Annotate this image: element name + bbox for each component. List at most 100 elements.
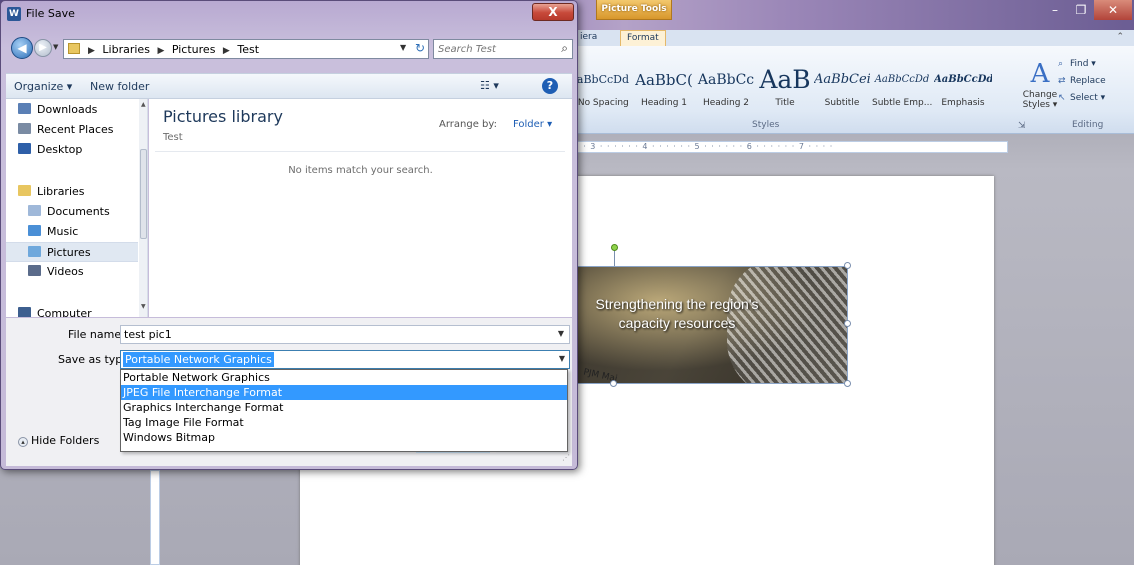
- recent-locations-dropdown-icon[interactable]: ▼: [53, 43, 58, 51]
- vertical-ruler[interactable]: [150, 470, 160, 565]
- style-name: Heading 2: [702, 98, 750, 108]
- resize-handle[interactable]: [844, 380, 851, 387]
- style-gallery-item[interactable]: AaBbCcDd Emphasis: [934, 62, 992, 118]
- arrange-by-dropdown[interactable]: Folder ▾: [513, 119, 552, 130]
- restore-icon[interactable]: ❐: [1068, 0, 1094, 20]
- replace-label: Replace: [1070, 76, 1106, 86]
- type-option-bmp[interactable]: Windows Bitmap: [121, 430, 567, 445]
- videos-icon: [28, 265, 41, 276]
- nav-item-libraries[interactable]: Libraries: [6, 182, 138, 202]
- style-gallery-item[interactable]: AaBbCc Heading 2: [696, 62, 756, 118]
- dialog-close-button[interactable]: X: [532, 3, 574, 21]
- style-name: Subtle Emp...: [872, 98, 932, 108]
- inserted-picture[interactable]: Strengthening the region's capacity reso…: [576, 266, 848, 384]
- forward-arrow-icon[interactable]: ▶: [34, 39, 52, 57]
- style-sample: AaB: [759, 65, 811, 94]
- navigation-pane: Downloads Recent Places Desktop Librarie…: [6, 99, 148, 317]
- scroll-up-icon[interactable]: ▲: [141, 101, 146, 108]
- empty-results-message: No items match your search.: [288, 165, 433, 176]
- save-as-type-value: Portable Network Graphics: [123, 352, 274, 367]
- style-gallery-item[interactable]: AaB Title: [758, 62, 812, 118]
- style-gallery-item[interactable]: AaBbCcDd Subtle Emp...: [872, 62, 932, 118]
- type-option-jpeg[interactable]: JPEG File Interchange Format: [121, 385, 567, 400]
- nav-scrollbar[interactable]: ▲ ▼: [139, 99, 147, 317]
- breadcrumb-separator-icon[interactable]: ▶: [223, 46, 230, 56]
- tab-format[interactable]: Format: [620, 30, 666, 46]
- hide-folders-button[interactable]: ▴ Hide Folders: [18, 434, 99, 447]
- back-arrow-icon[interactable]: ◀: [11, 37, 33, 59]
- pictures-icon: [28, 246, 41, 257]
- nav-item-label: Documents: [47, 205, 110, 218]
- style-gallery-item[interactable]: AaBbC(Heading 1: [634, 62, 694, 118]
- resize-handle[interactable]: [844, 320, 851, 327]
- close-icon[interactable]: ✕: [1094, 0, 1132, 20]
- search-box[interactable]: ⌕: [433, 39, 573, 59]
- type-option-tiff[interactable]: Tag Image File Format: [121, 415, 567, 430]
- breadcrumb-pictures[interactable]: Pictures: [172, 43, 216, 56]
- picture-caption: Strengthening the region's capacity reso…: [595, 296, 759, 331]
- help-icon[interactable]: ?: [542, 78, 558, 94]
- chevron-up-icon: ▴: [18, 437, 28, 447]
- change-view-icon[interactable]: ☷ ▾: [480, 79, 499, 92]
- rotate-handle[interactable]: [611, 244, 618, 251]
- horizontal-ruler[interactable]: · · · 3 · · · · · · 4 · · · · · · 5 · · …: [568, 141, 1008, 153]
- tab-review-partial[interactable]: iera: [580, 32, 597, 42]
- minimize-icon[interactable]: –: [1042, 0, 1068, 20]
- select-button[interactable]: ↖ Select ▾: [1058, 90, 1128, 107]
- refresh-icon[interactable]: ↻: [415, 41, 425, 55]
- editing-group: ⌕ Find ▾ ⇄ Replace ↖ Select ▾: [1058, 56, 1128, 130]
- save-as-type-dropdown-icon[interactable]: ▼: [559, 354, 565, 363]
- nav-item-desktop[interactable]: Desktop: [6, 140, 138, 160]
- music-icon: [28, 225, 41, 236]
- resize-grip-icon[interactable]: ⋰: [562, 453, 570, 462]
- downloads-icon: [18, 103, 31, 114]
- breadcrumb-separator-icon[interactable]: ▶: [157, 46, 164, 56]
- file-name-input[interactable]: [124, 327, 544, 342]
- organize-button[interactable]: Organize ▾: [14, 80, 72, 93]
- breadcrumb-separator-icon[interactable]: ▶: [88, 46, 95, 56]
- file-name-dropdown-icon[interactable]: ▼: [558, 329, 564, 338]
- replace-icon: ⇄: [1058, 76, 1066, 86]
- type-option-gif[interactable]: Graphics Interchange Format: [121, 400, 567, 415]
- computer-icon: [18, 307, 31, 317]
- nav-item-downloads[interactable]: Downloads: [6, 100, 138, 120]
- nav-item-music[interactable]: Music: [6, 222, 138, 242]
- type-option-png[interactable]: Portable Network Graphics: [121, 370, 567, 385]
- library-subtitle: Test: [163, 132, 183, 143]
- nav-item-recent-places[interactable]: Recent Places: [6, 120, 138, 140]
- word-app-icon: W: [7, 7, 21, 21]
- style-sample: AaBbCcDd: [874, 74, 930, 85]
- cursor-icon: ↖: [1058, 93, 1066, 103]
- search-icon[interactable]: ⌕: [561, 41, 568, 56]
- nav-item-documents[interactable]: Documents: [6, 202, 138, 222]
- dialog-launcher-icon[interactable]: ⇲: [1018, 121, 1026, 131]
- style-name: Subtitle: [824, 98, 860, 108]
- nav-item-videos[interactable]: Videos: [6, 262, 138, 282]
- resize-handle[interactable]: [844, 262, 851, 269]
- style-sample: AaBbCei: [814, 72, 870, 87]
- change-styles-button[interactable]: A Change Styles ▾: [1020, 58, 1060, 118]
- search-input[interactable]: [438, 42, 548, 57]
- scrollbar-thumb[interactable]: [140, 149, 147, 239]
- scroll-down-icon[interactable]: ▼: [141, 303, 146, 310]
- file-list-pane[interactable]: Pictures library Test Arrange by: Folder…: [149, 99, 572, 317]
- new-folder-button[interactable]: New folder: [90, 80, 149, 93]
- nav-item-pictures[interactable]: Pictures: [6, 242, 138, 262]
- styles-group-label: Styles: [752, 120, 780, 130]
- address-dropdown-icon[interactable]: ▼: [400, 43, 406, 52]
- save-as-type-select[interactable]: Portable Network Graphics ▼: [120, 350, 570, 369]
- editing-group-label: Editing: [1072, 120, 1104, 130]
- find-label: Find ▾: [1070, 59, 1096, 69]
- find-button[interactable]: ⌕ Find ▾: [1058, 56, 1128, 73]
- style-gallery-item[interactable]: AaBbCei Subtitle: [814, 62, 870, 118]
- address-bar[interactable]: ▶ Libraries ▶ Pictures ▶ Test ▼ ↻: [63, 39, 429, 59]
- style-name: Title: [775, 98, 795, 108]
- arrange-by-label: Arrange by:: [439, 119, 497, 130]
- breadcrumb-test[interactable]: Test: [237, 43, 259, 56]
- file-name-combo[interactable]: ▼: [120, 325, 570, 344]
- ribbon-minimize-icon[interactable]: ⌃: [1116, 32, 1124, 42]
- breadcrumb-libraries[interactable]: Libraries: [102, 43, 150, 56]
- nav-item-computer[interactable]: Computer: [6, 304, 138, 317]
- replace-button[interactable]: ⇄ Replace: [1058, 73, 1128, 90]
- resize-handle[interactable]: [610, 380, 617, 387]
